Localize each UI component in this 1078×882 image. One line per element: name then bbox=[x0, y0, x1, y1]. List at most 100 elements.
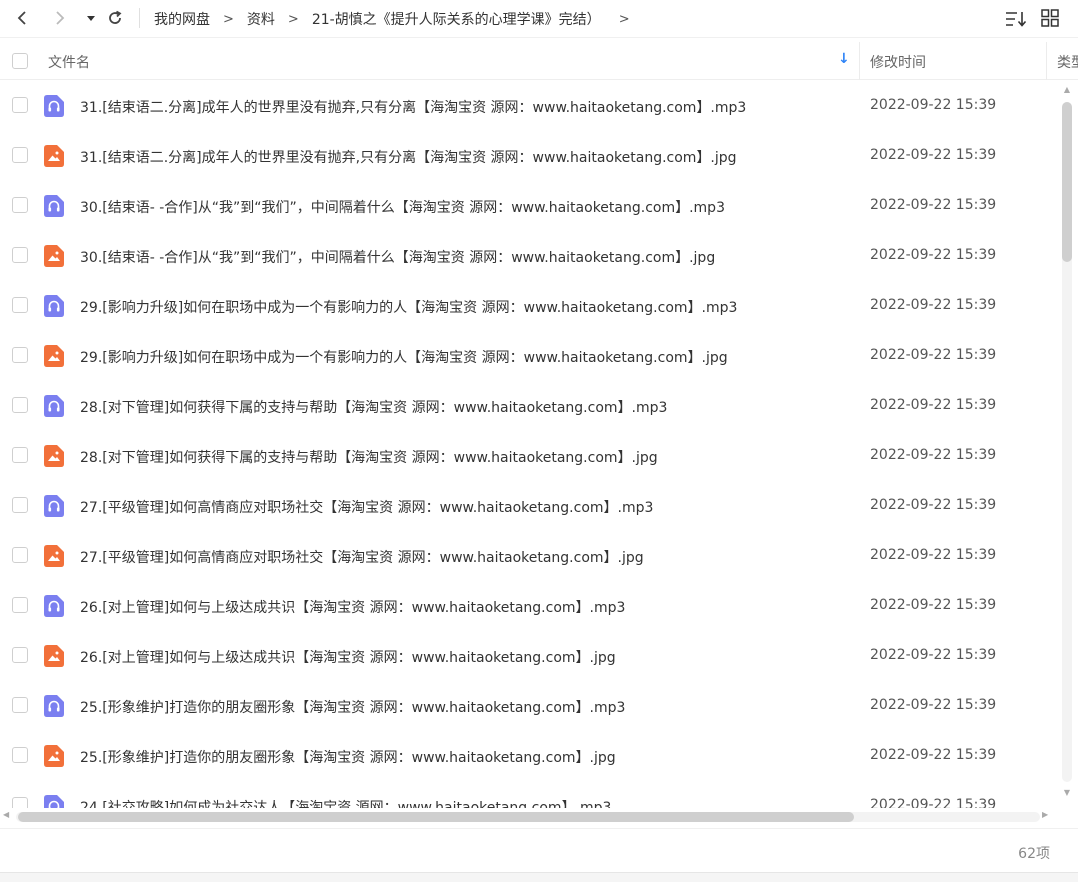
column-time-header[interactable]: 修改时间 bbox=[870, 52, 926, 72]
file-row[interactable]: 30.[结束语- -合作]从“我”到“我们”，中间隔着什么【海淘宝资 源网：ww… bbox=[0, 181, 1058, 231]
file-name[interactable]: 31.[结束语二.分离]成年人的世界里没有抛弃,只有分离【海淘宝资 源网：www… bbox=[80, 97, 746, 117]
scroll-up-icon[interactable]: ▲ bbox=[1062, 84, 1072, 96]
breadcrumb-item-root[interactable]: 我的网盘 bbox=[154, 9, 210, 29]
row-checkbox[interactable] bbox=[12, 547, 28, 563]
breadcrumb-separator: > bbox=[287, 11, 299, 27]
toolbar-divider bbox=[139, 8, 140, 28]
file-modified-time: 2022-09-22 15:39 bbox=[870, 497, 997, 513]
scroll-left-icon[interactable]: ◀ bbox=[3, 810, 9, 819]
file-name[interactable]: 25.[形象维护]打造你的朋友圈形象【海淘宝资 源网：www.haitaoket… bbox=[80, 747, 616, 767]
file-modified-time: 2022-09-22 15:39 bbox=[870, 397, 997, 413]
vertical-scrollbar[interactable]: ▲ ▼ bbox=[1060, 84, 1074, 802]
file-modified-time: 2022-09-22 15:39 bbox=[870, 697, 997, 713]
audio-file-icon bbox=[44, 695, 64, 717]
column-divider[interactable] bbox=[859, 42, 860, 80]
audio-file-icon bbox=[44, 195, 64, 217]
file-name[interactable]: 25.[形象维护]打造你的朋友圈形象【海淘宝资 源网：www.haitaoket… bbox=[80, 697, 625, 717]
file-row[interactable]: 28.[对下管理]如何获得下属的支持与帮助【海淘宝资 源网：www.haitao… bbox=[0, 431, 1058, 481]
row-checkbox[interactable] bbox=[12, 597, 28, 613]
row-checkbox[interactable] bbox=[12, 347, 28, 363]
file-row[interactable]: 25.[形象维护]打造你的朋友圈形象【海淘宝资 源网：www.haitaoket… bbox=[0, 731, 1058, 781]
row-checkbox[interactable] bbox=[12, 497, 28, 513]
row-checkbox[interactable] bbox=[12, 297, 28, 313]
image-file-icon bbox=[44, 345, 64, 367]
file-name[interactable]: 27.[平级管理]如何高情商应对职场社交【海淘宝资 源网：www.haitaok… bbox=[80, 497, 653, 517]
file-row[interactable]: 30.[结束语- -合作]从“我”到“我们”，中间隔着什么【海淘宝资 源网：ww… bbox=[0, 231, 1058, 281]
file-row[interactable]: 26.[对上管理]如何与上级达成共识【海淘宝资 源网：www.haitaoket… bbox=[0, 581, 1058, 631]
row-checkbox[interactable] bbox=[12, 247, 28, 263]
row-checkbox[interactable] bbox=[12, 747, 28, 763]
audio-file-icon bbox=[44, 295, 64, 317]
horizontal-scrollbar[interactable]: ◀ ▶ bbox=[0, 808, 1058, 826]
row-checkbox[interactable] bbox=[12, 447, 28, 463]
file-name[interactable]: 28.[对下管理]如何获得下属的支持与帮助【海淘宝资 源网：www.haitao… bbox=[80, 397, 667, 417]
file-modified-time: 2022-09-22 15:39 bbox=[870, 97, 997, 113]
file-row[interactable]: 29.[影响力升级]如何在职场中成为一个有影响力的人【海淘宝资 源网：www.h… bbox=[0, 281, 1058, 331]
breadcrumb-item-folder[interactable]: 资料 bbox=[247, 9, 275, 29]
file-name[interactable]: 30.[结束语- -合作]从“我”到“我们”，中间隔着什么【海淘宝资 源网：ww… bbox=[80, 197, 725, 217]
sort-arrow-icon[interactable]: ↓ bbox=[838, 51, 850, 67]
toolbar: 我的网盘 > 资料 > 21-胡慎之《提升人际关系的心理学课》完结） > bbox=[0, 0, 1078, 38]
scroll-right-icon[interactable]: ▶ bbox=[1042, 810, 1048, 819]
item-count: 62项 bbox=[1018, 846, 1050, 862]
select-all-checkbox[interactable] bbox=[12, 53, 28, 69]
row-checkbox[interactable] bbox=[12, 197, 28, 213]
scroll-thumb[interactable] bbox=[18, 812, 854, 822]
column-name-header[interactable]: 文件名 bbox=[48, 52, 90, 72]
history-dropdown-icon[interactable] bbox=[80, 7, 102, 29]
file-name[interactable]: 29.[影响力升级]如何在职场中成为一个有影响力的人【海淘宝资 源网：www.h… bbox=[80, 297, 737, 317]
row-checkbox[interactable] bbox=[12, 697, 28, 713]
file-name[interactable]: 31.[结束语二.分离]成年人的世界里没有抛弃,只有分离【海淘宝资 源网：www… bbox=[80, 147, 737, 167]
back-icon[interactable] bbox=[11, 7, 33, 29]
row-checkbox[interactable] bbox=[12, 97, 28, 113]
row-checkbox[interactable] bbox=[12, 397, 28, 413]
file-name[interactable]: 24.[社交攻略]如何成为社交达人【海淘宝资 源网：www.haitaoketa… bbox=[80, 797, 611, 808]
audio-file-icon bbox=[44, 95, 64, 117]
row-checkbox[interactable] bbox=[12, 647, 28, 663]
audio-file-icon bbox=[44, 595, 64, 617]
breadcrumb-expand-separator[interactable]: > bbox=[619, 12, 630, 27]
file-row[interactable]: 27.[平级管理]如何高情商应对职场社交【海淘宝资 源网：www.haitaok… bbox=[0, 481, 1058, 531]
file-modified-time: 2022-09-22 15:39 bbox=[870, 597, 997, 613]
file-modified-time: 2022-09-22 15:39 bbox=[870, 197, 997, 213]
file-row[interactable]: 26.[对上管理]如何与上级达成共识【海淘宝资 源网：www.haitaoket… bbox=[0, 631, 1058, 681]
file-name[interactable]: 26.[对上管理]如何与上级达成共识【海淘宝资 源网：www.haitaoket… bbox=[80, 597, 625, 617]
file-name[interactable]: 26.[对上管理]如何与上级达成共识【海淘宝资 源网：www.haitaoket… bbox=[80, 647, 616, 667]
image-file-icon bbox=[44, 445, 64, 467]
file-name[interactable]: 27.[平级管理]如何高情商应对职场社交【海淘宝资 源网：www.haitaok… bbox=[80, 547, 644, 567]
file-modified-time: 2022-09-22 15:39 bbox=[870, 647, 997, 663]
image-file-icon bbox=[44, 145, 64, 167]
image-file-icon bbox=[44, 245, 64, 267]
scroll-down-icon[interactable]: ▼ bbox=[1062, 787, 1072, 799]
file-row[interactable]: 24.[社交攻略]如何成为社交达人【海淘宝资 源网：www.haitaoketa… bbox=[0, 781, 1058, 808]
audio-file-icon bbox=[44, 395, 64, 417]
file-modified-time: 2022-09-22 15:39 bbox=[870, 447, 997, 463]
file-modified-time: 2022-09-22 15:39 bbox=[870, 147, 997, 163]
sort-order-icon[interactable] bbox=[1004, 8, 1028, 30]
audio-file-icon bbox=[44, 495, 64, 517]
file-row[interactable]: 31.[结束语二.分离]成年人的世界里没有抛弃,只有分离【海淘宝资 源网：www… bbox=[0, 81, 1058, 131]
file-modified-time: 2022-09-22 15:39 bbox=[870, 747, 997, 763]
column-type-header[interactable]: 类型 bbox=[1057, 52, 1078, 72]
scroll-thumb[interactable] bbox=[1062, 102, 1072, 262]
image-file-icon bbox=[44, 545, 64, 567]
row-checkbox[interactable] bbox=[12, 797, 28, 808]
row-checkbox[interactable] bbox=[12, 147, 28, 163]
file-row[interactable]: 29.[影响力升级]如何在职场中成为一个有影响力的人【海淘宝资 源网：www.h… bbox=[0, 331, 1058, 381]
column-divider[interactable] bbox=[1046, 42, 1047, 80]
refresh-icon[interactable] bbox=[104, 7, 126, 29]
file-name[interactable]: 29.[影响力升级]如何在职场中成为一个有影响力的人【海淘宝资 源网：www.h… bbox=[80, 347, 728, 367]
file-row[interactable]: 25.[形象维护]打造你的朋友圈形象【海淘宝资 源网：www.haitaoket… bbox=[0, 681, 1058, 731]
file-name[interactable]: 28.[对下管理]如何获得下属的支持与帮助【海淘宝资 源网：www.haitao… bbox=[80, 447, 658, 467]
file-row[interactable]: 27.[平级管理]如何高情商应对职场社交【海淘宝资 源网：www.haitaok… bbox=[0, 531, 1058, 581]
image-file-icon bbox=[44, 745, 64, 767]
breadcrumb: 我的网盘 > 资料 > 21-胡慎之《提升人际关系的心理学课》完结） > bbox=[154, 9, 643, 29]
file-list: 31.[结束语二.分离]成年人的世界里没有抛弃,只有分离【海淘宝资 源网：www… bbox=[0, 81, 1058, 808]
file-name[interactable]: 30.[结束语- -合作]从“我”到“我们”，中间隔着什么【海淘宝资 源网：ww… bbox=[80, 247, 715, 267]
forward-icon[interactable] bbox=[49, 7, 71, 29]
grid-view-icon[interactable] bbox=[1040, 8, 1062, 30]
file-modified-time: 2022-09-22 15:39 bbox=[870, 797, 997, 808]
breadcrumb-item-current[interactable]: 21-胡慎之《提升人际关系的心理学课》完结） bbox=[312, 9, 601, 29]
file-row[interactable]: 31.[结束语二.分离]成年人的世界里没有抛弃,只有分离【海淘宝资 源网：www… bbox=[0, 131, 1058, 181]
file-row[interactable]: 28.[对下管理]如何获得下属的支持与帮助【海淘宝资 源网：www.haitao… bbox=[0, 381, 1058, 431]
